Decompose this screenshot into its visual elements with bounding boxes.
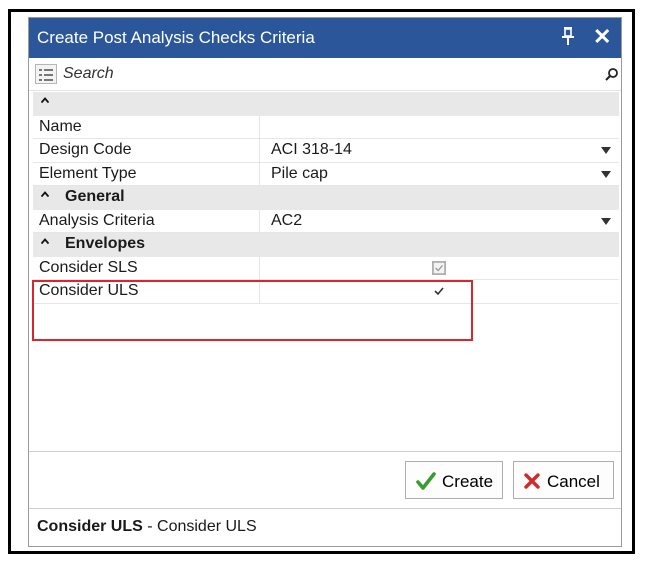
collapse-icon[interactable] xyxy=(41,96,49,104)
dropdown-arrow-icon[interactable] xyxy=(601,170,611,178)
dropdown-arrow-icon[interactable] xyxy=(601,217,611,225)
property-name: Element Type xyxy=(39,164,137,182)
property-row-analysis-criteria[interactable]: Analysis Criteria AC2 xyxy=(33,209,619,233)
check-icon xyxy=(416,472,436,490)
x-icon xyxy=(524,473,540,489)
property-value: ACI 318-14 xyxy=(271,141,352,158)
collapse-icon[interactable] xyxy=(41,190,49,198)
create-label: Create xyxy=(442,472,494,491)
analysis-criteria-select[interactable]: AC2 xyxy=(259,209,619,232)
pin-icon[interactable] xyxy=(561,26,575,46)
property-name: Design Code xyxy=(39,141,132,158)
description-title: Consider ULS xyxy=(37,518,143,535)
title-bar[interactable]: Create Post Analysis Checks Criteria ✕ xyxy=(29,18,621,58)
search-input[interactable] xyxy=(63,63,563,85)
consider-sls-checkbox xyxy=(432,260,446,275)
property-row-element-type[interactable]: Element Type Pile cap xyxy=(33,162,619,186)
close-icon[interactable]: ✕ xyxy=(593,26,611,48)
property-value: Pile cap xyxy=(271,164,328,182)
property-row-name[interactable]: Name xyxy=(33,115,619,139)
consider-sls-cell xyxy=(259,256,619,279)
cancel-button[interactable]: Cancel xyxy=(513,461,614,499)
dropdown-arrow-icon[interactable] xyxy=(601,147,611,154)
description-separator: - xyxy=(142,518,158,535)
categorized-view-icon[interactable] xyxy=(35,64,57,84)
description-text: Consider ULS xyxy=(157,518,257,535)
element-type-select[interactable]: Pile cap xyxy=(259,162,619,185)
category-label: Envelopes xyxy=(65,235,146,252)
dialog-title: Create Post Analysis Checks Criteria xyxy=(37,28,315,47)
collapse-icon[interactable] xyxy=(41,237,49,245)
property-row-consider-sls[interactable]: Consider SLS xyxy=(33,256,619,280)
name-value-field[interactable] xyxy=(259,115,619,138)
property-name: Consider SLS xyxy=(39,258,138,276)
property-description: Consider ULS - Consider ULS xyxy=(37,518,257,536)
design-code-select[interactable]: ACI 318-14 xyxy=(259,139,619,162)
footer-divider xyxy=(29,451,621,452)
category-row-envelopes[interactable]: Envelopes xyxy=(33,233,619,257)
highlight-box xyxy=(32,280,473,341)
property-grid: Name Design Code ACI 318-14 Element Type… xyxy=(33,92,619,304)
create-button[interactable]: Create xyxy=(405,461,503,499)
description-divider xyxy=(29,508,621,509)
property-name: Analysis Criteria xyxy=(39,211,155,229)
category-row-general[interactable]: General xyxy=(33,186,619,210)
search-icon[interactable] xyxy=(605,67,619,81)
search-bar xyxy=(29,58,621,91)
cancel-label: Cancel xyxy=(547,472,600,491)
category-label: General xyxy=(65,188,125,205)
property-value: AC2 xyxy=(271,211,303,229)
property-row-design-code[interactable]: Design Code ACI 318-14 xyxy=(33,139,619,163)
category-row[interactable] xyxy=(33,92,619,116)
property-name: Name xyxy=(39,117,82,135)
